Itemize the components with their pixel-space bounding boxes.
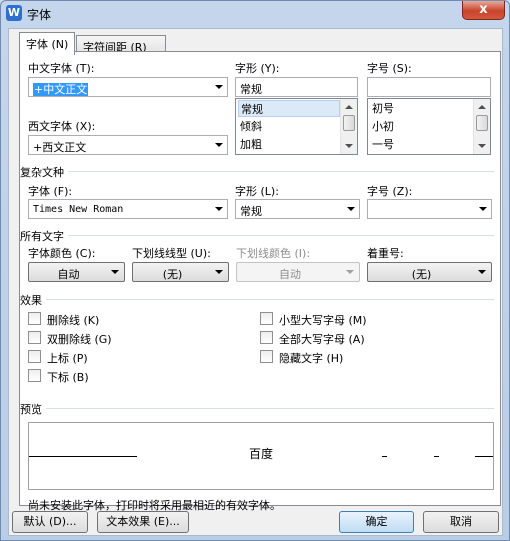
list-item[interactable]: 常规 (238, 100, 340, 117)
western-font-combo[interactable]: +西文正文 (28, 135, 228, 155)
scroll-up-arrow-icon[interactable] (478, 105, 486, 109)
chevron-down-icon (111, 270, 119, 274)
underline-style-label: 下划线线型 (U): (132, 247, 211, 260)
checkbox-label: 下标 (B) (47, 371, 89, 384)
font-style-label: 字形 (Y): (235, 62, 280, 75)
close-icon: x (479, 2, 488, 17)
scroll-thumb[interactable] (343, 115, 355, 131)
complex-font-combo[interactable]: Times New Roman (28, 199, 228, 219)
chinese-font-combo[interactable]: +中文正文 (28, 77, 228, 97)
chinese-font-value: +中文正文 (33, 83, 89, 96)
chevron-down-icon (215, 270, 223, 274)
complex-font-value: Times New Roman (33, 204, 124, 215)
complex-style-value: 常规 (240, 205, 262, 218)
dialog-title: 字体 (27, 8, 52, 22)
emphasis-mark-label: 着重号: (367, 247, 404, 260)
complex-style-combo[interactable]: 常规 (235, 199, 360, 219)
chevron-down-icon (215, 143, 223, 147)
list-item[interactable]: 倾斜 (238, 118, 340, 135)
ok-button[interactable]: 确定 (339, 511, 414, 533)
font-style-list[interactable]: 常规 倾斜 加粗 (235, 98, 358, 155)
checkbox-box[interactable] (28, 312, 41, 325)
checkbox-label: 双删除线 (G) (47, 333, 112, 346)
underline-color-label: 下划线颜色 (I): (236, 247, 311, 260)
chevron-down-icon (478, 270, 486, 274)
checkbox-box[interactable] (28, 331, 41, 344)
text-effect-button[interactable]: 文本效果 (E)... (97, 511, 189, 533)
section-divider (28, 299, 494, 300)
chevron-down-icon (479, 207, 487, 211)
list-item[interactable]: 初号 (370, 100, 473, 117)
chevron-down-icon (346, 270, 354, 274)
underline-style-dropdown[interactable]: (无) (132, 262, 229, 282)
chevron-down-icon (215, 85, 223, 89)
font-style-input[interactable]: 常规 (235, 77, 358, 97)
font-style-scrollbar[interactable] (340, 99, 357, 154)
underline-color-dropdown: 自动 (236, 262, 360, 282)
section-divider (28, 408, 494, 409)
wps-writer-app-icon: W (6, 5, 22, 21)
font-size-list[interactable]: 初号 小初 一号 (367, 98, 491, 155)
section-divider (28, 171, 494, 172)
font-size-scrollbar[interactable] (473, 99, 490, 154)
font-color-label: 字体颜色 (C): (28, 247, 96, 260)
chevron-down-icon (347, 207, 355, 211)
scroll-down-arrow-icon[interactable] (478, 144, 486, 148)
preview-baseline-mark (434, 456, 439, 457)
list-item[interactable]: 小初 (370, 118, 473, 135)
chinese-font-label: 中文字体 (T): (28, 62, 95, 75)
title-bar: W 字体 x (1, 1, 509, 27)
preview-baseline-mark (382, 456, 387, 457)
checkbox-label: 上标 (P) (47, 352, 88, 365)
underline-color-value: 自动 (279, 268, 301, 281)
complex-size-label: 字号 (Z): (367, 185, 413, 198)
checkbox-label: 全部大写字母 (A) (279, 333, 365, 346)
emphasis-mark-dropdown[interactable]: (无) (367, 262, 492, 282)
underline-style-value: (无) (162, 268, 183, 281)
dialog-client-area: 字体 (N) 字符间距 (R) 中文字体 (T): +中文正文 西文字体 (X)… (8, 28, 503, 536)
section-divider (28, 235, 494, 236)
checkbox-box[interactable] (260, 350, 273, 363)
checkbox-label: 隐藏文字 (H) (279, 352, 344, 365)
preview-baseline-right (475, 456, 493, 457)
preview-text: 百度 (248, 447, 273, 461)
scroll-down-arrow-icon[interactable] (345, 144, 353, 148)
close-button[interactable]: x (462, 1, 505, 20)
preview-box: 百度 (28, 422, 494, 490)
list-item[interactable]: 加粗 (238, 136, 340, 153)
font-dialog-window: W 字体 x 字体 (N) 字符间距 (R) 中文字体 (T): +中文正文 西… (0, 0, 510, 541)
font-color-value: 自动 (57, 268, 80, 281)
all-text-section-title: 所有文字 (20, 228, 68, 244)
scroll-up-arrow-icon[interactable] (345, 105, 353, 109)
scroll-thumb[interactable] (476, 115, 488, 131)
checkbox-box[interactable] (260, 331, 273, 344)
complex-style-label: 字形 (L): (235, 185, 279, 198)
default-button[interactable]: 默认 (D)... (12, 511, 88, 533)
preview-section-title: 预览 (20, 401, 46, 417)
complex-font-label: 字体 (F): (28, 185, 73, 198)
complex-size-combo[interactable] (367, 199, 492, 219)
font-size-label: 字号 (S): (367, 62, 412, 75)
checkbox-label: 删除线 (K) (47, 314, 100, 327)
effects-section-title: 效果 (20, 292, 46, 308)
list-item[interactable]: 一号 (370, 136, 473, 153)
font-color-dropdown[interactable]: 自动 (28, 262, 125, 282)
font-tab-panel: 中文字体 (T): +中文正文 西文字体 (X): +西文正文 字形 (Y): … (19, 51, 501, 512)
western-font-value: +西文正文 (33, 141, 87, 154)
emphasis-mark-value: (无) (411, 268, 432, 281)
checkbox-label: 小型大写字母 (M) (279, 314, 367, 327)
checkbox-box[interactable] (260, 312, 273, 325)
chevron-down-icon (215, 207, 223, 211)
font-size-input[interactable] (367, 77, 491, 97)
cancel-button[interactable]: 取消 (423, 511, 499, 533)
font-style-value: 常规 (240, 83, 262, 96)
tab-font[interactable]: 字体 (N) (19, 32, 75, 55)
checkbox-box[interactable] (28, 350, 41, 363)
western-font-label: 西文字体 (X): (28, 120, 96, 133)
checkbox-box[interactable] (28, 369, 41, 382)
complex-script-section-title: 复杂文种 (20, 164, 68, 180)
